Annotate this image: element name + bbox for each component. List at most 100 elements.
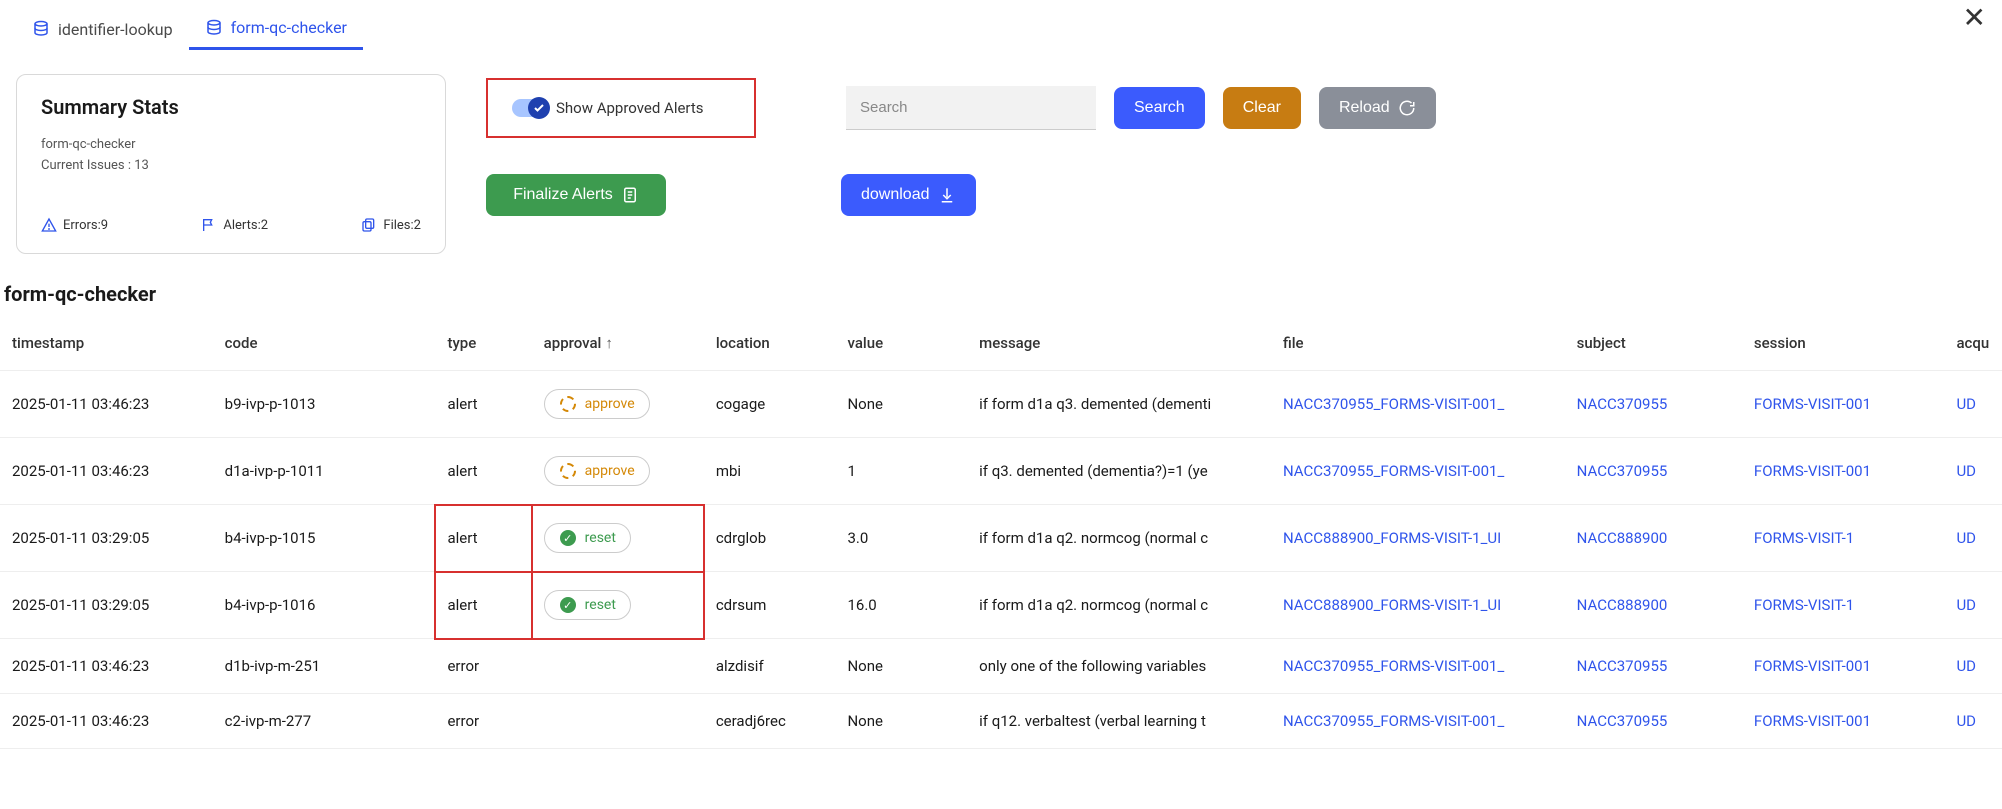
cell-session-link[interactable]: FORMS-VISIT-001: [1754, 712, 1871, 730]
controls-column: Show Approved Alerts Search Clear Reload…: [486, 74, 1436, 216]
cell-subject-link[interactable]: NACC888900: [1577, 596, 1668, 614]
pending-icon: [559, 462, 577, 480]
results-table: timestamp code type approval↑ location v…: [0, 316, 2002, 749]
reload-button[interactable]: Reload: [1319, 87, 1436, 129]
cell-file-link[interactable]: NACC888900_FORMS-VISIT-1_UI: [1283, 596, 1501, 614]
cell-session-link[interactable]: FORMS-VISIT-1: [1754, 529, 1854, 547]
col-value[interactable]: value: [835, 316, 967, 371]
show-approved-toggle[interactable]: [512, 99, 548, 117]
col-timestamp[interactable]: timestamp: [0, 316, 213, 371]
cell-subject-link[interactable]: NACC888900: [1577, 529, 1668, 547]
cell-subject[interactable]: NACC370955: [1565, 371, 1742, 438]
cell-acq-link[interactable]: UD: [1956, 529, 1976, 547]
cell-subject[interactable]: NACC370955: [1565, 639, 1742, 694]
finalize-alerts-button[interactable]: Finalize Alerts: [486, 174, 666, 216]
cell-message: if form d1a q3. demented (dementi: [967, 371, 1271, 438]
cell-session-link[interactable]: FORMS-VISIT-001: [1754, 462, 1871, 480]
col-location[interactable]: location: [704, 316, 836, 371]
cell-file-link[interactable]: NACC370955_FORMS-VISIT-001_: [1283, 657, 1504, 675]
cell-acq[interactable]: UD: [1944, 639, 2002, 694]
download-button[interactable]: download: [841, 174, 976, 216]
cell-acq[interactable]: UD: [1944, 505, 2002, 572]
cell-session[interactable]: FORMS-VISIT-1: [1742, 572, 1945, 639]
cell-file[interactable]: NACC888900_FORMS-VISIT-1_UI: [1271, 505, 1565, 572]
cell-file[interactable]: NACC370955_FORMS-VISIT-001_: [1271, 438, 1565, 505]
cell-acq-link[interactable]: UD: [1956, 395, 1976, 413]
check-icon: ✓: [559, 596, 577, 614]
clear-button[interactable]: Clear: [1223, 87, 1301, 129]
approve-button[interactable]: approve: [544, 389, 650, 419]
cell-session[interactable]: FORMS-VISIT-001: [1742, 371, 1945, 438]
cell-location: mbi: [704, 438, 836, 505]
cell-location: ceradj6rec: [704, 694, 836, 749]
cell-file[interactable]: NACC370955_FORMS-VISIT-001_: [1271, 694, 1565, 749]
files-icon: [361, 217, 377, 233]
cell-acq-link[interactable]: UD: [1956, 657, 1976, 675]
cell-subject[interactable]: NACC888900: [1565, 572, 1742, 639]
search-button[interactable]: Search: [1114, 87, 1205, 129]
cell-subject-link[interactable]: NACC370955: [1577, 657, 1668, 675]
download-icon: [938, 186, 956, 204]
cell-subject-link[interactable]: NACC370955: [1577, 395, 1668, 413]
cell-location: alzdisif: [704, 639, 836, 694]
cell-file[interactable]: NACC888900_FORMS-VISIT-1_UI: [1271, 572, 1565, 639]
cell-subject[interactable]: NACC888900: [1565, 505, 1742, 572]
table-row: 2025-01-11 03:46:23b9-ivp-p-1013alertapp…: [0, 371, 2002, 438]
cell-acq[interactable]: UD: [1944, 371, 2002, 438]
reset-button[interactable]: ✓reset: [544, 523, 631, 553]
cell-session[interactable]: FORMS-VISIT-1: [1742, 505, 1945, 572]
col-subject[interactable]: subject: [1565, 316, 1742, 371]
col-code[interactable]: code: [213, 316, 436, 371]
search-input[interactable]: [846, 86, 1096, 130]
tab-form-qc-checker[interactable]: form-qc-checker: [189, 8, 363, 50]
cell-subject[interactable]: NACC370955: [1565, 438, 1742, 505]
document-icon: [621, 186, 639, 204]
cell-acq-link[interactable]: UD: [1956, 596, 1976, 614]
check-icon: ✓: [559, 529, 577, 547]
cell-file-link[interactable]: NACC370955_FORMS-VISIT-001_: [1283, 712, 1504, 730]
cell-type: alert: [435, 438, 531, 505]
cell-file[interactable]: NACC370955_FORMS-VISIT-001_: [1271, 371, 1565, 438]
cell-type: alert: [435, 572, 531, 639]
cell-acq-link[interactable]: UD: [1956, 712, 1976, 730]
col-acq[interactable]: acqu: [1944, 316, 2002, 371]
cell-acq-link[interactable]: UD: [1956, 462, 1976, 480]
cell-acq[interactable]: UD: [1944, 438, 2002, 505]
close-icon[interactable]: ✕: [1963, 4, 1986, 32]
cell-subject-link[interactable]: NACC370955: [1577, 462, 1668, 480]
cell-message: only one of the following variables: [967, 639, 1271, 694]
cell-acq[interactable]: UD: [1944, 572, 2002, 639]
col-type[interactable]: type: [435, 316, 531, 371]
cell-session-link[interactable]: FORMS-VISIT-1: [1754, 596, 1854, 614]
cell-file[interactable]: NACC370955_FORMS-VISIT-001_: [1271, 639, 1565, 694]
cell-file-link[interactable]: NACC370955_FORMS-VISIT-001_: [1283, 395, 1504, 413]
cell-message: if q12. verbaltest (verbal learning t: [967, 694, 1271, 749]
check-icon: [528, 97, 550, 119]
reset-button[interactable]: ✓reset: [544, 590, 631, 620]
cell-timestamp: 2025-01-11 03:46:23: [0, 371, 213, 438]
cell-acq[interactable]: UD: [1944, 694, 2002, 749]
cell-subject-link[interactable]: NACC370955: [1577, 712, 1668, 730]
cell-code: d1a-ivp-p-1011: [213, 438, 436, 505]
cell-file-link[interactable]: NACC370955_FORMS-VISIT-001_: [1283, 462, 1504, 480]
col-file[interactable]: file: [1271, 316, 1565, 371]
cell-approval: [532, 694, 704, 749]
col-session[interactable]: session: [1742, 316, 1945, 371]
stats-current-issues: Current Issues : 13: [41, 156, 421, 177]
cell-message: if form d1a q2. normcog (normal c: [967, 572, 1271, 639]
section-heading: form-qc-checker: [0, 262, 2002, 316]
cell-session-link[interactable]: FORMS-VISIT-001: [1754, 395, 1871, 413]
col-approval[interactable]: approval↑: [532, 316, 704, 371]
cell-session[interactable]: FORMS-VISIT-001: [1742, 694, 1945, 749]
cell-approval: approve: [532, 438, 704, 505]
col-message[interactable]: message: [967, 316, 1271, 371]
database-icon: [32, 20, 50, 38]
cell-session[interactable]: FORMS-VISIT-001: [1742, 639, 1945, 694]
cell-session-link[interactable]: FORMS-VISIT-001: [1754, 657, 1871, 675]
approve-button[interactable]: approve: [544, 456, 650, 486]
cell-subject[interactable]: NACC370955: [1565, 694, 1742, 749]
stats-subtitle: form-qc-checker: [41, 135, 421, 156]
tab-identifier-lookup[interactable]: identifier-lookup: [16, 10, 189, 49]
cell-file-link[interactable]: NACC888900_FORMS-VISIT-1_UI: [1283, 529, 1501, 547]
cell-session[interactable]: FORMS-VISIT-001: [1742, 438, 1945, 505]
